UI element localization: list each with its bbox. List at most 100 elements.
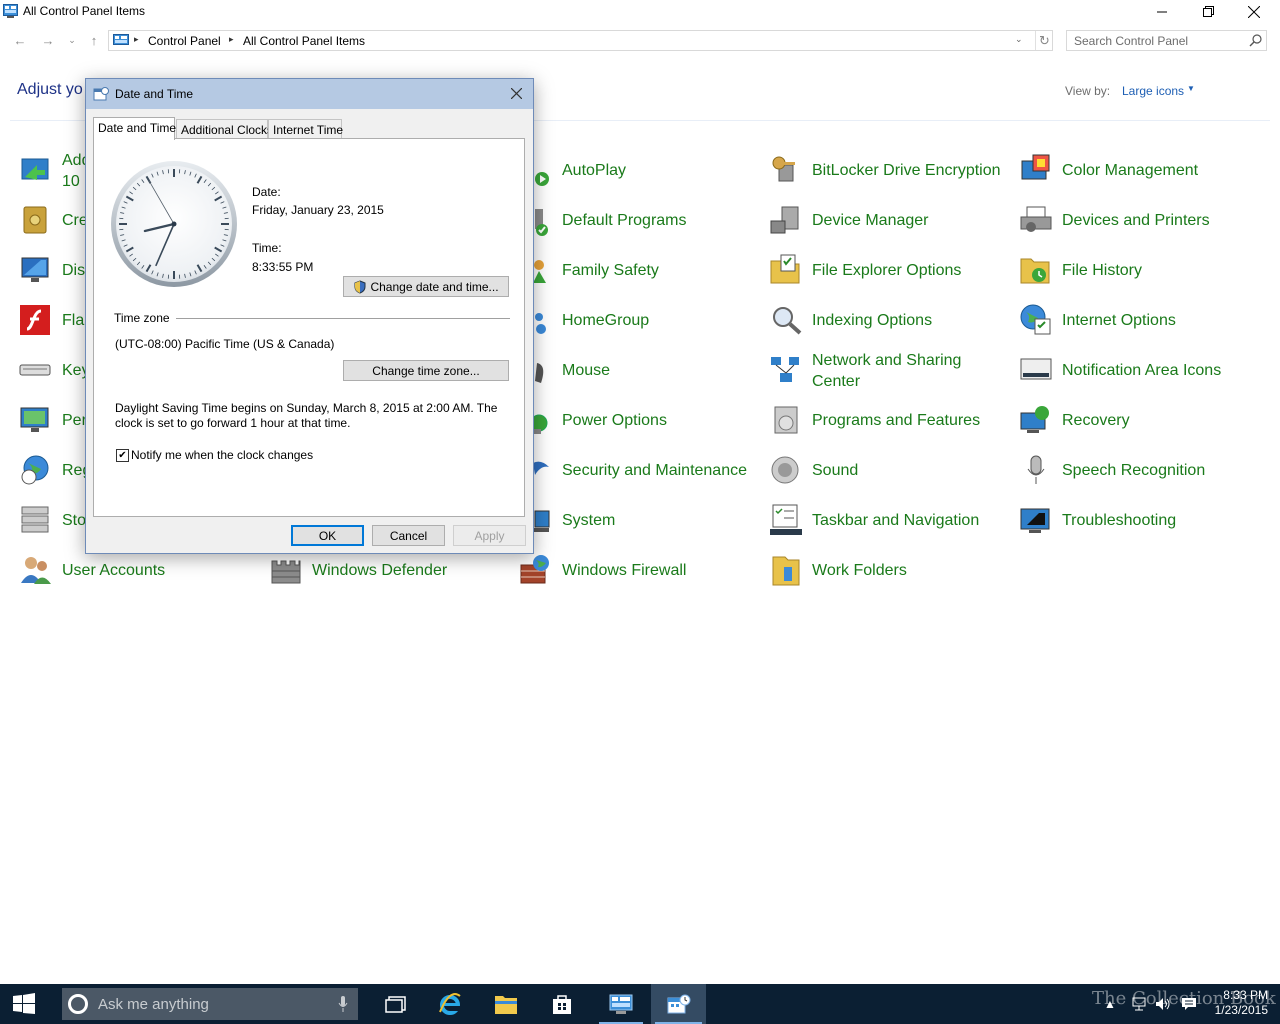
change-date-time-label: Change date and time...: [370, 279, 499, 294]
view-by-dropdown[interactable]: Large icons: [1122, 84, 1184, 98]
cp-item-label: Troubleshooting: [1062, 512, 1177, 529]
store-bag-icon: [553, 995, 571, 1014]
globe-clock-icon: [21, 455, 49, 485]
apply-button[interactable]: Apply: [453, 525, 526, 546]
firewall-icon: [520, 555, 549, 584]
cp-item-label: Recovery: [1062, 412, 1130, 429]
volume-icon: [1156, 998, 1170, 1010]
refresh-button[interactable]: ↻: [1035, 31, 1053, 50]
control-panel-icon: [609, 994, 633, 1014]
cp-item-notification-area-icons[interactable]: Notification Area Icons: [1019, 350, 1259, 390]
cp-item-file-history[interactable]: File History: [1019, 250, 1259, 290]
volume-tray-button[interactable]: [1152, 984, 1174, 1024]
cp-item-troubleshooting[interactable]: Troubleshooting: [1019, 500, 1259, 540]
show-hidden-icons-button[interactable]: ▲: [1100, 984, 1120, 1024]
page-heading: Adjust yo: [17, 81, 83, 98]
network-tray-button[interactable]: [1128, 984, 1150, 1024]
taskbar-control-panel[interactable]: [595, 984, 647, 1024]
up-button[interactable]: ↑: [85, 31, 103, 49]
cp-item-system[interactable]: System: [519, 500, 749, 540]
taskbar-file-explorer[interactable]: [480, 984, 532, 1024]
back-button[interactable]: ←: [11, 31, 29, 49]
cp-item-label: System: [562, 512, 616, 529]
cp-item-label: Device Manager: [812, 212, 929, 229]
cp-item-autoplay[interactable]: AutoPlay: [519, 150, 749, 190]
forward-button[interactable]: →: [39, 31, 57, 49]
breadcrumb-separator-icon: ▸: [134, 34, 139, 44]
taskbar-store[interactable]: [536, 984, 588, 1024]
tab-date-and-time[interactable]: Date and Time: [93, 117, 176, 140]
tab-internet-time[interactable]: Internet Time: [268, 119, 343, 139]
magnifier-icon: [773, 307, 802, 335]
change-date-time-button[interactable]: Change date and time...: [343, 276, 509, 297]
time-label: Time:: [252, 241, 282, 255]
close-button[interactable]: [1231, 0, 1277, 23]
file-explorer-icon: [495, 996, 517, 1014]
breadcrumb-all-items[interactable]: All Control Panel Items: [243, 34, 365, 48]
cp-item-mouse[interactable]: Mouse: [519, 350, 749, 390]
notify-checkbox[interactable]: ✔: [116, 449, 129, 462]
cp-item-bitlocker[interactable]: BitLocker Drive Encryption: [769, 150, 1009, 190]
cp-item-indexing-options[interactable]: Indexing Options: [769, 300, 1009, 340]
recent-locations-button[interactable]: ⌄: [63, 31, 81, 49]
dialog-title-bar[interactable]: Date and Time: [86, 79, 533, 109]
cp-item-programs-features[interactable]: Programs and Features: [769, 400, 1009, 440]
taskbar-time: 8:33 PM: [1223, 988, 1268, 1002]
cp-item-power-options[interactable]: Power Options: [519, 400, 749, 440]
cp-item-homegroup[interactable]: HomeGroup: [519, 300, 749, 340]
minimize-button[interactable]: [1139, 0, 1185, 23]
search-input[interactable]: Search Control Panel: [1066, 30, 1267, 51]
cp-item-label: Indexing Options: [812, 312, 933, 329]
cp-item-security-maintenance[interactable]: Security and Maintenance: [519, 450, 759, 490]
cp-item-windows-firewall[interactable]: Windows Firewall: [519, 550, 749, 590]
caret-down-icon[interactable]: ▼: [1187, 84, 1195, 93]
action-center-button[interactable]: [1178, 984, 1200, 1024]
cp-item-default-programs[interactable]: Default Programs: [519, 200, 749, 240]
start-button[interactable]: [0, 984, 48, 1024]
address-dropdown-icon[interactable]: ⌄: [1015, 34, 1023, 45]
ok-button[interactable]: OK: [291, 525, 364, 546]
cp-item-speech-recognition[interactable]: Speech Recognition: [1019, 450, 1259, 490]
taskbar-clock[interactable]: 8:33 PM 1/23/2015: [1208, 988, 1268, 1018]
cp-item-label: Mouse: [562, 362, 611, 379]
address-box[interactable]: ▸ Control Panel ▸ All Control Panel Item…: [108, 30, 1053, 51]
task-view-button[interactable]: [370, 984, 422, 1024]
cp-item-device-manager[interactable]: Device Manager: [769, 200, 1009, 240]
cp-item-devices-printers[interactable]: Devices and Printers: [1019, 200, 1259, 240]
change-timezone-button[interactable]: Change time zone...: [343, 360, 509, 381]
address-bar-row: ← → ⌄ ↑ ▸ Control Panel ▸ All Control Pa…: [0, 29, 1280, 52]
troubleshooting-icon: [1020, 508, 1050, 533]
cp-item-sound[interactable]: Sound: [769, 450, 1009, 490]
monitor-icon: [21, 257, 49, 282]
taskbar-internet-explorer[interactable]: [424, 984, 476, 1024]
cp-item-label: Dis: [62, 262, 86, 279]
dst-text-line1: Daylight Saving Time begins on Sunday, M…: [115, 401, 498, 415]
cp-item-internet-options[interactable]: Internet Options: [1019, 300, 1259, 340]
cp-item-taskbar-navigation[interactable]: Taskbar and Navigation: [769, 500, 1009, 540]
cp-item-label: Sto: [62, 512, 87, 529]
analog-clock: [111, 161, 237, 287]
cp-item-recovery[interactable]: Recovery: [1019, 400, 1259, 440]
taskbar-date-time[interactable]: [651, 984, 706, 1024]
cp-item-color-management[interactable]: Color Management: [1019, 150, 1259, 190]
dialog-close-button[interactable]: [505, 82, 527, 104]
timezone-header: Time zone: [114, 311, 175, 325]
cp-item-label: Cre: [62, 212, 88, 229]
cp-item-work-folders[interactable]: Work Folders: [769, 550, 1009, 590]
cancel-button[interactable]: Cancel: [372, 525, 445, 546]
cp-item-label: Color Management: [1062, 162, 1199, 179]
keyboard-icon: [19, 364, 51, 376]
cp-item-user-accounts[interactable]: User Accounts: [19, 550, 219, 590]
cp-item-family-safety[interactable]: Family Safety: [519, 250, 749, 290]
tab-additional-clocks[interactable]: Additional Clocks: [176, 119, 273, 139]
cp-item-windows-defender[interactable]: Windows Defender: [269, 550, 489, 590]
notify-label[interactable]: Notify me when the clock changes: [131, 448, 313, 462]
cortana-search-box[interactable]: Ask me anything: [62, 988, 358, 1020]
cp-item-network-sharing[interactable]: Network and Sharing Center: [769, 350, 1009, 390]
folder-checklist-icon: [770, 254, 800, 284]
cp-item-label: User Accounts: [62, 562, 166, 579]
restore-button[interactable]: [1185, 0, 1231, 23]
microphone-icon[interactable]: [338, 996, 348, 1012]
breadcrumb-control-panel[interactable]: Control Panel: [148, 34, 221, 48]
cp-item-file-explorer-options[interactable]: File Explorer Options: [769, 250, 1009, 290]
